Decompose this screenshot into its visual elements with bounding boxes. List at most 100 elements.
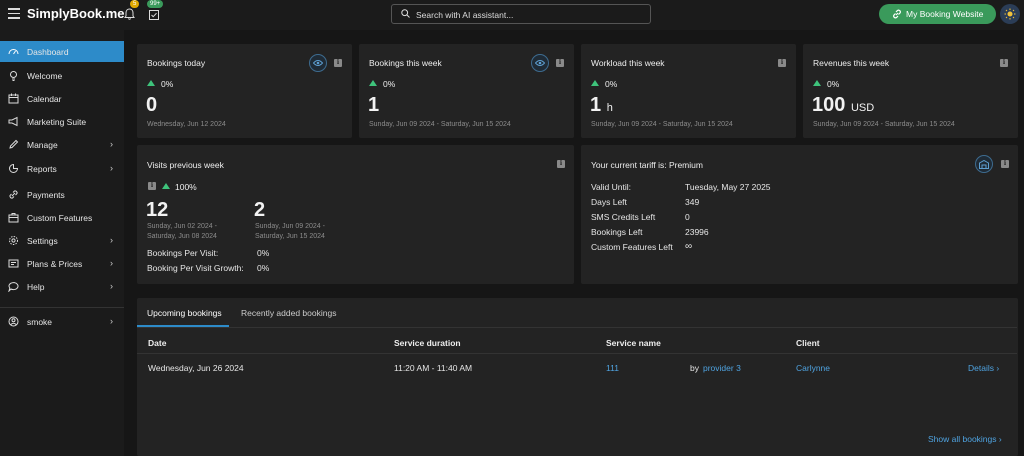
info-icon[interactable]: i (557, 160, 565, 168)
card-title: Your current tariff is: Premium (591, 160, 703, 170)
megaphone-icon (8, 116, 18, 127)
tariff-row-value: Tuesday, May 27 2025 (685, 182, 771, 192)
bookings-per-visit-value: 0% (257, 248, 270, 258)
trend-percent: 100% (175, 182, 197, 192)
bookings-today-card: Bookings today i 0% 0 Wednesday, Jun 12 … (137, 44, 352, 138)
menu-icon[interactable] (8, 8, 20, 19)
card-title: Bookings this week (369, 58, 442, 68)
sidebar-item-welcome[interactable]: Welcome (0, 65, 124, 86)
sidebar-item-manage[interactable]: Manage › (0, 134, 124, 155)
toggle-visibility-button[interactable] (309, 54, 327, 72)
tariff-card: Your current tariff is: Premium i Valid … (581, 145, 1018, 284)
user-icon (8, 316, 19, 327)
notifications-badge: 5 (130, 0, 140, 8)
booking-provider-link[interactable]: provider 3 (703, 363, 741, 373)
chevron-right-icon: › (110, 163, 113, 173)
current-visits-value: 2 (254, 199, 266, 221)
tariff-row-label: Bookings Left (591, 227, 643, 237)
previous-visits-date: Saturday, Jun 08 2024 (147, 233, 217, 240)
tariff-details-button[interactable] (975, 155, 993, 173)
column-header-service-duration: Service duration (394, 338, 461, 348)
stat-value: 0 (146, 94, 158, 116)
details-link[interactable]: Details › (968, 363, 999, 373)
card-title: Workload this week (591, 58, 665, 68)
sidebar-item-help[interactable]: Help › (0, 276, 124, 297)
eye-icon (535, 60, 545, 66)
card-title: Visits previous week (147, 160, 224, 170)
stat-date: Sunday, Jun 09 2024 - Saturday, Jun 15 2… (591, 121, 733, 128)
info-icon[interactable]: i (778, 59, 786, 67)
sidebar-divider (0, 307, 124, 308)
tasks-button[interactable]: 99+ (147, 0, 164, 22)
previous-visits-date: Sunday, Jun 02 2024 - (147, 223, 217, 230)
tab-recently-added-bookings[interactable]: Recently added bookings (241, 308, 336, 318)
chevron-right-icon: › (110, 139, 113, 149)
sidebar-item-label: Help (27, 282, 45, 292)
info-icon[interactable]: i (334, 59, 342, 67)
search-placeholder: Search with AI assistant... (416, 10, 514, 20)
tariff-row-value: 0 (685, 212, 690, 222)
sidebar-item-user[interactable]: smoke › (0, 311, 124, 332)
search-input[interactable]: Search with AI assistant... (391, 4, 651, 24)
eye-icon (313, 60, 323, 66)
info-icon[interactable]: i (148, 182, 156, 190)
tariff-row-label: SMS Credits Left (591, 212, 656, 222)
trend-percent: 0% (161, 79, 174, 89)
trend-up-icon (591, 80, 599, 86)
trend-up-icon (369, 80, 377, 86)
tabs-divider (137, 327, 1017, 328)
sidebar: Dashboard Welcome Calendar Marketing Sui… (0, 30, 124, 456)
box-icon (8, 213, 19, 223)
current-visits-date: Saturday, Jun 15 2024 (255, 233, 325, 240)
sidebar-item-label: Welcome (27, 71, 63, 81)
sidebar-item-plans-prices[interactable]: Plans & Prices › (0, 253, 124, 274)
trend-up-icon (813, 80, 821, 86)
trend-percent: 0% (827, 79, 840, 89)
link-icon (893, 9, 901, 19)
sidebar-item-marketing-suite[interactable]: Marketing Suite (0, 111, 124, 132)
sidebar-item-calendar[interactable]: Calendar (0, 88, 124, 109)
toggle-visibility-button[interactable] (531, 54, 549, 72)
sidebar-item-dashboard[interactable]: Dashboard (0, 41, 124, 62)
sidebar-item-custom-features[interactable]: Custom Features (0, 207, 124, 228)
booking-service-link[interactable]: 111 (606, 363, 619, 373)
bookings-week-card: Bookings this week i 0% 1 Sunday, Jun 09… (359, 44, 574, 138)
sidebar-item-payments[interactable]: Payments (0, 184, 124, 205)
trend-percent: 0% (383, 79, 396, 89)
tab-upcoming-bookings[interactable]: Upcoming bookings (147, 308, 222, 318)
sidebar-item-settings[interactable]: Settings › (0, 230, 124, 251)
stat-value: 100 USD (812, 94, 874, 117)
column-header-client: Client (796, 338, 820, 348)
notifications-button[interactable]: 5 (124, 0, 140, 22)
stat-unit: USD (850, 102, 875, 114)
my-booking-website-button[interactable]: My Booking Website (879, 4, 996, 24)
top-bar: SimplyBook.me 5 99+ Search with AI assis… (0, 0, 1024, 30)
booking-by-label: by (690, 363, 699, 373)
theme-toggle-button[interactable] (1000, 4, 1020, 24)
booking-date: Wednesday, Jun 26 2024 (148, 363, 244, 373)
lightbulb-icon (10, 71, 17, 81)
booking-client-link[interactable]: Carlynne (796, 363, 830, 373)
search-icon (401, 9, 410, 18)
sidebar-item-reports[interactable]: Reports › (0, 158, 124, 179)
sun-icon (1004, 8, 1016, 20)
chat-icon (8, 282, 19, 292)
show-all-bookings-link[interactable]: Show all bookings › (928, 434, 1002, 444)
chevron-right-icon: › (110, 281, 113, 291)
sidebar-user-label: smoke (27, 317, 53, 327)
show-all-label: Show all bookings (928, 434, 997, 444)
chevron-right-icon: › (996, 363, 1000, 373)
bell-icon (124, 8, 135, 20)
column-header-service-name: Service name (606, 338, 661, 348)
plans-icon (8, 259, 19, 268)
app-logo[interactable]: SimplyBook.me (27, 6, 125, 21)
sidebar-item-label: Reports (27, 164, 57, 174)
stat-number: 100 (812, 94, 846, 116)
calendar-icon (8, 93, 19, 104)
info-icon[interactable]: i (556, 59, 564, 67)
trend-up-icon (162, 183, 170, 189)
stat-date: Wednesday, Jun 12 2024 (147, 121, 226, 128)
info-icon[interactable]: i (1000, 59, 1008, 67)
info-icon[interactable]: i (1001, 160, 1009, 168)
trend-percent: 0% (605, 79, 618, 89)
